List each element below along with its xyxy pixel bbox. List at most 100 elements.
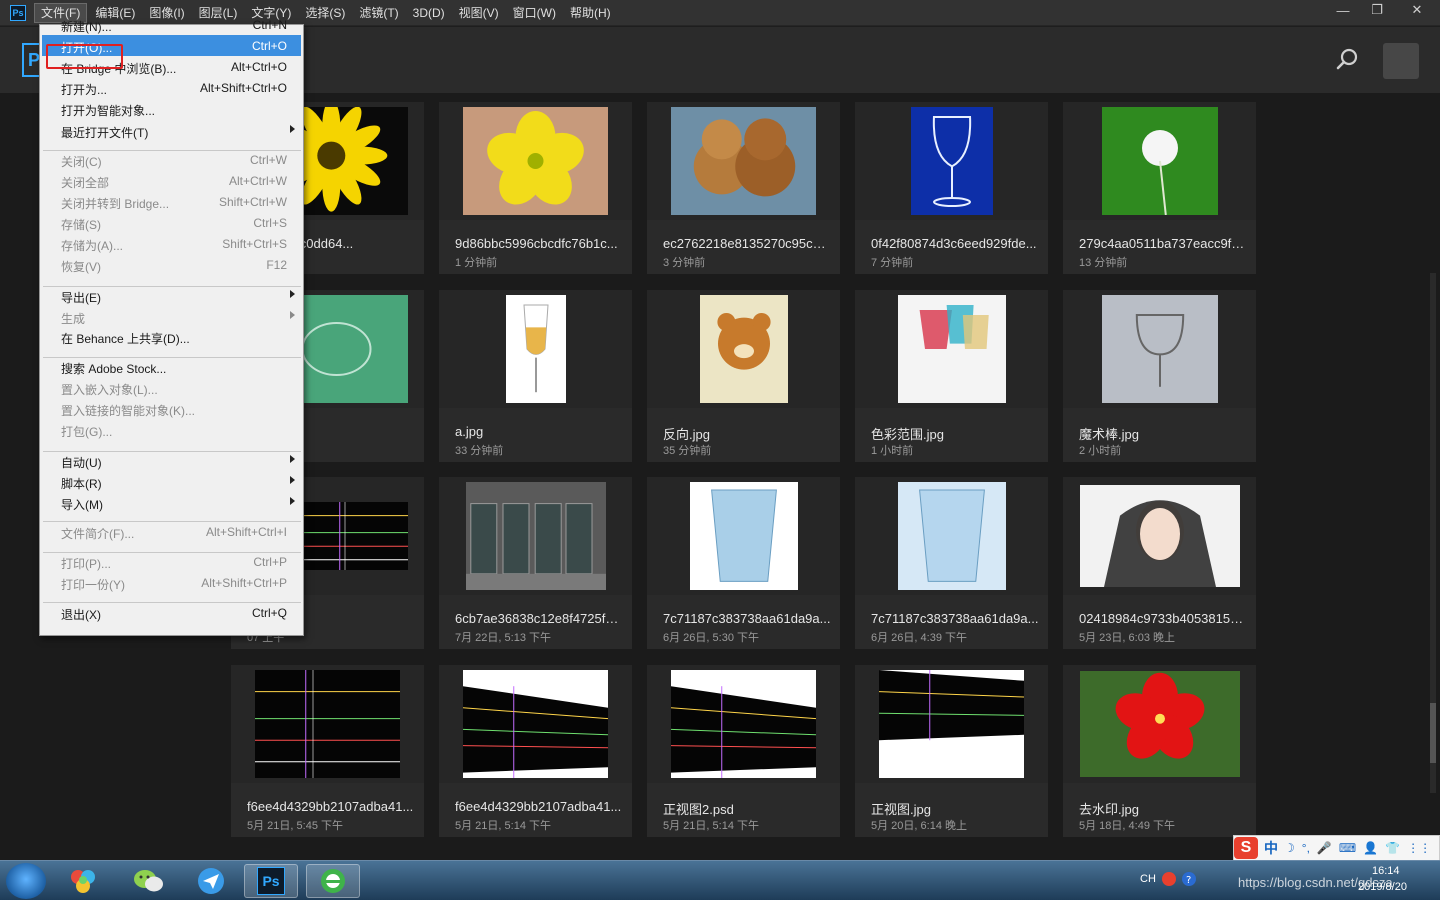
recent-file-card[interactable]: 02418984c9733b40538154... 5月 23日, 6:03 晚上 [1063, 477, 1256, 649]
file-menu-item: 打印(P)... Ctrl+P [42, 551, 301, 572]
microphone-icon[interactable]: 🎤 [1317, 841, 1332, 855]
file-thumbnail [1063, 477, 1256, 595]
recent-file-card[interactable]: f6ee4d4329bb2107adba41... 5月 21日, 5:14 下午 [439, 665, 632, 837]
submenu-arrow-icon [290, 290, 295, 298]
file-modified-time: 5月 21日, 5:14 下午 [663, 820, 759, 832]
start-button[interactable] [6, 863, 46, 899]
menu-item-label: 关闭全部 [61, 176, 110, 190]
recent-file-card[interactable]: 7c71187c383738aa61da9a... 6月 26日, 4:39 下午 [855, 477, 1048, 649]
user-icon[interactable]: 👤 [1363, 841, 1378, 855]
recent-file-card[interactable]: 正视图2.psd 5月 21日, 5:14 下午 [647, 665, 840, 837]
paint-app-icon[interactable] [56, 864, 110, 898]
file-thumbnail [647, 477, 840, 595]
file-menu-item[interactable]: 打开为智能对象... [42, 98, 301, 119]
wechat-icon[interactable] [122, 864, 176, 898]
file-menu-item[interactable]: 在 Behance 上共享(D)... [42, 326, 301, 347]
recent-file-card[interactable]: 反向.jpg 35 分钟前 [647, 290, 840, 462]
file-thumbnail [855, 477, 1048, 595]
menu-view[interactable]: 视图(V) [453, 3, 505, 23]
file-menu-item[interactable]: 自动(U) [42, 450, 301, 471]
file-name: ec2762218e8135270c95cdc... [663, 236, 831, 251]
file-menu-item[interactable]: 导入(M) [42, 492, 301, 513]
punctuation-icon[interactable]: °, [1302, 841, 1310, 855]
file-menu-item[interactable]: 打开为... Alt+Shift+Ctrl+O [42, 77, 301, 98]
menu-separator [43, 286, 301, 287]
menu-help[interactable]: 帮助(H) [564, 3, 617, 23]
file-thumbnail [439, 290, 632, 408]
menu-filter[interactable]: 滤镜(T) [353, 3, 404, 23]
clock-date[interactable]: 2019/8/20 [1358, 881, 1407, 893]
file-name: f6ee4d4329bb2107adba41... [247, 799, 414, 814]
file-menu-item[interactable]: 导出(E) [42, 285, 301, 306]
menu-item-label: 置入嵌入对象(L)... [61, 383, 158, 397]
menu-item-label: 脚本(R) [61, 477, 102, 491]
menu-separator [43, 451, 301, 452]
file-modified-time: 7 分钟前 [871, 257, 914, 269]
user-avatar-button[interactable] [1383, 43, 1419, 79]
recent-file-card[interactable]: 9d86bbc5996cbcdfc76b1c... 1 分钟前 [439, 102, 632, 274]
file-name: 7c71187c383738aa61da9a... [663, 611, 831, 626]
file-menu-item[interactable]: 搜索 Adobe Stock... [42, 356, 301, 377]
close-button[interactable]: ✕ [1394, 0, 1440, 20]
photoshop-taskbar-button[interactable]: Ps [244, 864, 298, 898]
help-icon[interactable]: ? [1182, 872, 1196, 886]
file-name: 02418984c9733b40538154... [1079, 611, 1247, 626]
menu-item-shortcut: Alt+Ctrl+W [228, 174, 287, 188]
recent-file-card[interactable]: 魔术棒.jpg 2 小时前 [1063, 290, 1256, 462]
menu-item-label: 置入链接的智能对象(K)... [61, 404, 195, 418]
menu-window[interactable]: 窗口(W) [507, 3, 562, 23]
sogou-tray-icon[interactable] [1162, 872, 1176, 886]
file-thumbnail [231, 665, 424, 783]
recent-file-card[interactable]: f6ee4d4329bb2107adba41... 5月 21日, 5:45 下午 [231, 665, 424, 837]
ime-mode-chinese[interactable]: 中 [1264, 838, 1278, 858]
menu-item-shortcut: Ctrl+O [251, 39, 287, 53]
menu-item-label: 打印一份(Y) [61, 578, 125, 592]
recent-file-card[interactable]: 6cb7ae36838c12e8f4725fd... 7月 22日, 5:13 下… [439, 477, 632, 649]
menu-item-label: 存储为(A)... [61, 239, 123, 253]
open-highlight-box [46, 44, 123, 69]
ie-taskbar-button[interactable] [306, 864, 360, 898]
file-modified-time: 6月 26日, 4:39 下午 [871, 632, 967, 644]
menu-select[interactable]: 选择(S) [299, 3, 351, 23]
feishu-icon[interactable] [184, 864, 238, 898]
menu-item-shortcut: Alt+Shift+Ctrl+P [201, 576, 287, 590]
recent-file-card[interactable]: a.jpg 33 分钟前 [439, 290, 632, 462]
sogou-icon[interactable]: S [1234, 837, 1258, 859]
recent-file-card[interactable]: ec2762218e8135270c95cdc... 3 分钟前 [647, 102, 840, 274]
menu-item-shortcut: Ctrl+N [252, 18, 287, 32]
menu-separator [43, 357, 301, 358]
recent-file-card[interactable]: 去水印.jpg 5月 18日, 4:49 下午 [1063, 665, 1256, 837]
menu-separator [43, 150, 301, 151]
recent-file-card[interactable]: 0f42f80874d3c6eed929fde... 7 分钟前 [855, 102, 1048, 274]
photoshop-icon: Ps [10, 4, 26, 21]
restore-button[interactable]: ❐ [1360, 0, 1394, 20]
file-menu-item: 打印一份(Y) Alt+Shift+Ctrl+P [42, 572, 301, 593]
scrollbar-thumb[interactable] [1430, 703, 1436, 763]
minimize-button[interactable]: — [1326, 0, 1360, 20]
search-icon[interactable] [1336, 47, 1360, 71]
menu-3d[interactable]: 3D(D) [407, 3, 451, 23]
ime-toolbar: S 中 ☽ °, 🎤 ⌨ 👤 👕 ⋮⋮ [1233, 835, 1440, 861]
recent-file-card[interactable]: 色彩范围.jpg 1 小时前 [855, 290, 1048, 462]
menu-item-label: 文件简介(F)... [61, 527, 135, 541]
clock-time[interactable]: 16:14 [1372, 865, 1400, 877]
file-menu-item: 置入链接的智能对象(K)... [42, 398, 301, 419]
recent-file-card[interactable]: 279c4aa0511ba737eacc9f0... 13 分钟前 [1063, 102, 1256, 274]
menu-item-shortcut: Alt+Shift+Ctrl+I [205, 525, 287, 539]
file-menu-item: 存储(S) Ctrl+S [42, 212, 301, 233]
file-name: 反向.jpg [663, 427, 710, 442]
file-menu-item[interactable]: 新建(N)... Ctrl+N [42, 14, 301, 35]
menu-item-label: 新建(N)... [61, 20, 112, 34]
menu-separator [43, 521, 301, 522]
skin-icon[interactable]: 👕 [1385, 841, 1400, 855]
language-indicator[interactable]: CH [1140, 873, 1156, 885]
moon-icon[interactable]: ☽ [1284, 841, 1295, 855]
menu-item-label: 在 Behance 上共享(D)... [61, 332, 190, 346]
file-menu-item[interactable]: 脚本(R) [42, 471, 301, 492]
keyboard-icon[interactable]: ⌨ [1339, 841, 1356, 855]
file-menu-item[interactable]: 退出(X) Ctrl+Q [42, 602, 301, 623]
recent-file-card[interactable]: 正视图.jpg 5月 20日, 6:14 晚上 [855, 665, 1048, 837]
grid-icon[interactable]: ⋮⋮ [1407, 841, 1431, 855]
file-menu-item[interactable]: 最近打开文件(T) [42, 120, 301, 141]
recent-file-card[interactable]: 7c71187c383738aa61da9a... 6月 26日, 5:30 下午 [647, 477, 840, 649]
